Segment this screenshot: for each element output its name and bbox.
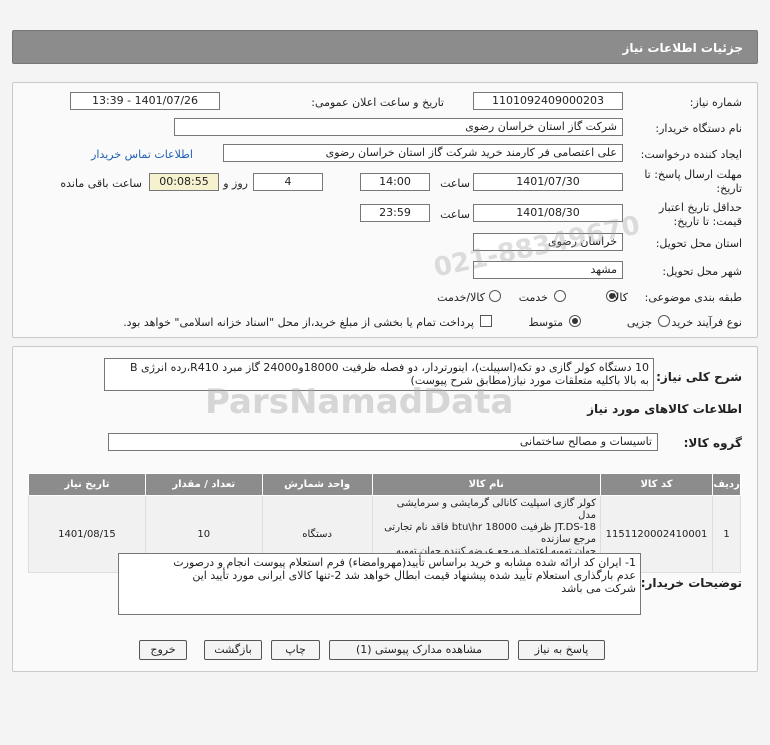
category-option-goods: کالا xyxy=(613,291,628,304)
announce-label: تاریخ و ساعت اعلان عمومی: xyxy=(311,96,444,109)
buyer-org-field: شرکت گاز استان خراسان رضوی xyxy=(174,118,623,136)
remaining-label: ساعت باقی مانده xyxy=(60,177,142,190)
deadline-label-line2: تاریخ: xyxy=(716,182,742,195)
back-button[interactable]: بازگشت xyxy=(204,640,262,660)
need-number-field: 1101092409000203 xyxy=(473,92,623,110)
buyer-notes-line2: عدم بارگذاری استعلام تأیید شده پیشنهاد ق… xyxy=(192,569,636,582)
validity-label: حداقل تاریخ اعتبار قیمت: تا تاریخ: xyxy=(659,201,742,229)
col-date: تاریخ نیاز xyxy=(28,473,146,496)
creator-label: ایجاد کننده درخواست: xyxy=(640,148,742,161)
page-header: جزئیات اطلاعات نیاز xyxy=(12,30,758,64)
process-option-medium: متوسط xyxy=(528,316,563,329)
col-qty: تعداد / مقدار xyxy=(144,473,263,496)
process-radio-medium[interactable] xyxy=(569,315,581,327)
process-label: نوع فرآیند خرید : xyxy=(664,316,742,329)
attachments-button[interactable]: مشاهده مدارک پیوستی (1) xyxy=(329,640,509,660)
col-name: نام کالا xyxy=(371,473,602,496)
buyer-notes-line3: شرکت می باشد xyxy=(561,582,636,595)
buyer-notes-label: توضیحات خریدار: xyxy=(640,576,742,590)
cell-name-line2: JT.DS-18 ظرفیت btu\hr 18000 فاقد نام تجا… xyxy=(384,522,597,545)
col-unit: واحد شمارش xyxy=(261,473,373,496)
deadline-label-line1: مهلت ارسال پاسخ: تا xyxy=(644,168,742,181)
buyer-contact-link[interactable]: اطلاعات تماس خریدار xyxy=(91,148,193,161)
category-radio-goods-service[interactable] xyxy=(489,290,501,302)
city-label: شهر محل تحویل: xyxy=(662,265,742,278)
buyer-notes-line1: 1- ایران کد ارائه شده مشابه و خرید براسا… xyxy=(173,556,636,569)
city-field: مشهد xyxy=(473,261,623,279)
deadline-time-field: 14:00 xyxy=(360,173,430,191)
cell-name-line1: کولر گازی اسپلیت کانالی گرمایشی و سرمایش… xyxy=(396,498,597,521)
goods-group-label: گروه کالا: xyxy=(683,436,742,450)
validity-label-line1: حداقل تاریخ اعتبار xyxy=(658,201,742,214)
summary-text: 10 دستگاه کولر گازی دو تکه(اسپیلت)، اینو… xyxy=(104,358,654,391)
cell-row: 1 xyxy=(712,495,741,573)
need-number-label: شماره نیاز: xyxy=(689,96,742,109)
deadline-label: مهلت ارسال پاسخ: تا تاریخ: xyxy=(644,168,742,196)
buyer-org-label: نام دستگاه خریدار: xyxy=(655,122,742,135)
deadline-date-field: 1401/07/30 xyxy=(473,173,623,191)
category-option-service: خدمت xyxy=(518,291,548,304)
deadline-time-label: ساعت xyxy=(440,177,470,190)
validity-date-field: 1401/08/30 xyxy=(473,204,623,222)
page-title: جزئیات اطلاعات نیاز xyxy=(622,41,743,55)
summary-text-line1: 10 دستگاه کولر گازی دو تکه(اسپیلت)، اینو… xyxy=(129,361,649,374)
treasury-payment-checkbox[interactable] xyxy=(480,315,492,327)
category-label: طبقه بندی موضوعی: xyxy=(644,291,742,304)
summary-label: شرح کلی نیاز: xyxy=(656,370,742,384)
province-label: استان محل تحویل: xyxy=(655,237,742,250)
goods-table-header: ردیف کد کالا نام کالا واحد شمارش تعداد /… xyxy=(28,473,741,496)
creator-field: علی اعتصامی فر کارمند خرید شرکت گاز استا… xyxy=(223,144,623,162)
process-radio-minor[interactable] xyxy=(658,315,670,327)
goods-section-title: اطلاعات کالاهای مورد نیاز xyxy=(587,402,742,416)
announce-field: 1401/07/26 - 13:39 xyxy=(70,92,220,110)
days-field: 4 xyxy=(253,173,323,191)
validity-label-line2: قیمت: تا تاریخ: xyxy=(673,215,742,228)
validity-time-label: ساعت xyxy=(440,208,470,221)
days-label: روز و xyxy=(223,177,248,190)
category-option-goods-service: کالا/خدمت xyxy=(437,291,485,304)
col-code: کد کالا xyxy=(600,473,714,496)
reply-button[interactable]: پاسخ به نیاز xyxy=(518,640,605,660)
summary-text-line2: به بالا باکلیه متعلقات مورد نیاز(مطابق ش… xyxy=(410,374,649,387)
print-button[interactable]: چاپ xyxy=(271,640,320,660)
province-field: خراسان رضوی xyxy=(473,233,623,251)
buyer-notes-text: 1- ایران کد ارائه شده مشابه و خرید براسا… xyxy=(118,553,641,615)
remaining-time-field: 00:08:55 xyxy=(149,173,219,191)
col-row: ردیف xyxy=(712,473,741,496)
goods-group-field: تاسیسات و مصالح ساختمانی xyxy=(108,433,658,451)
category-radio-service[interactable] xyxy=(554,290,566,302)
treasury-payment-note: پرداخت تمام یا بخشی از مبلغ خرید،از محل … xyxy=(123,316,474,329)
process-option-minor: جزیی xyxy=(626,316,652,329)
exit-button[interactable]: خروج xyxy=(139,640,187,660)
validity-time-field: 23:59 xyxy=(360,204,430,222)
